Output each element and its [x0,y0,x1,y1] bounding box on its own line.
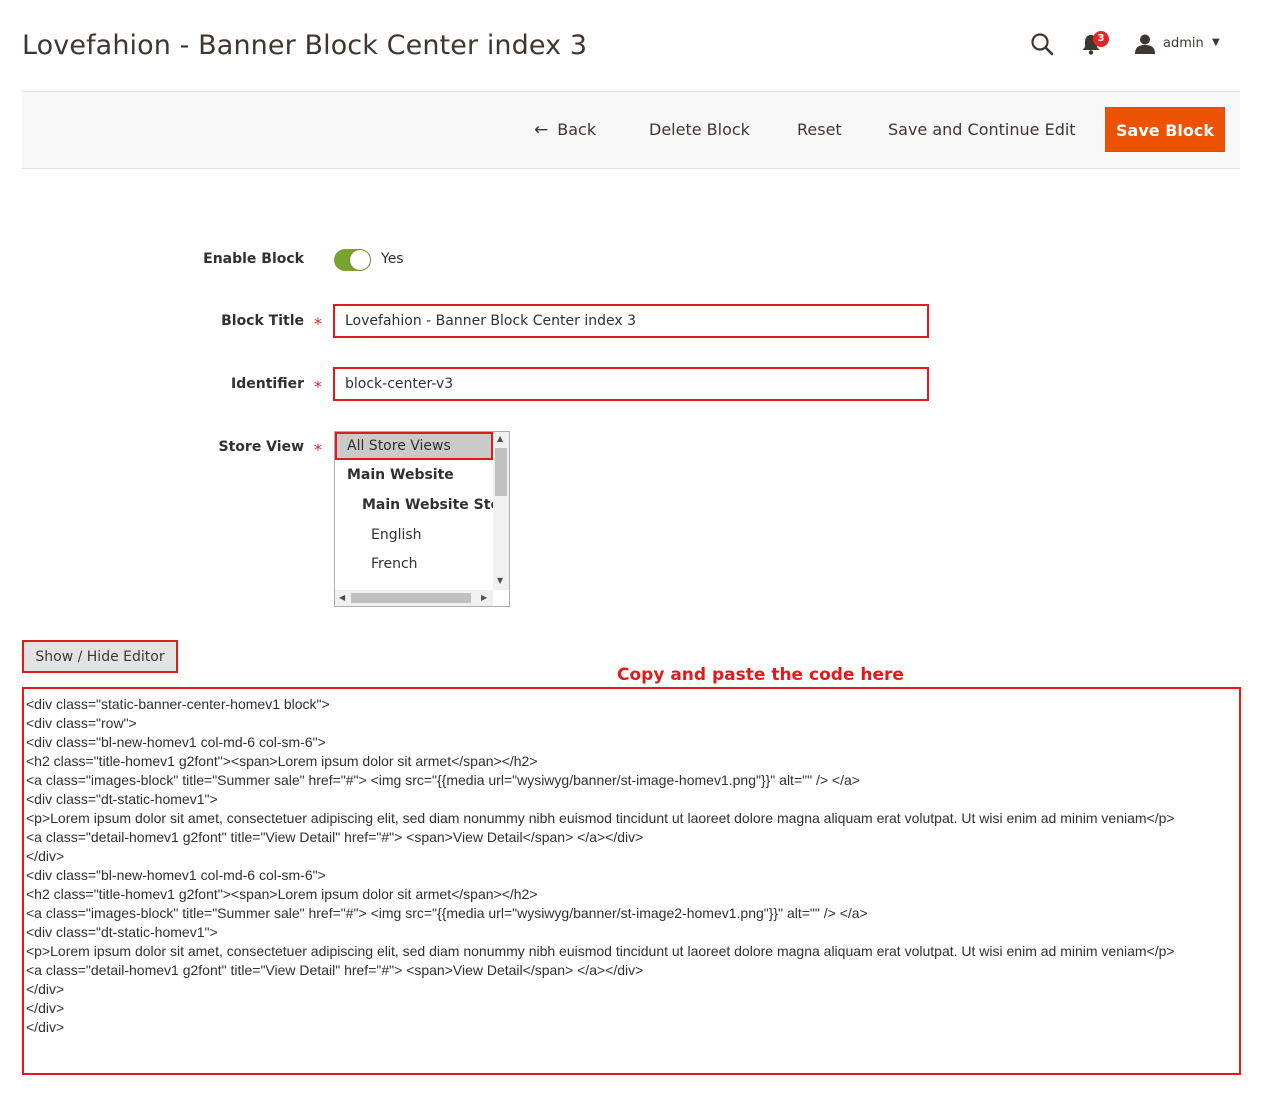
enable-block-value: Yes [381,251,404,267]
user-name: admin [1163,36,1204,51]
horizontal-scroll-thumb[interactable] [351,593,471,603]
vertical-scroll-thumb[interactable] [495,448,507,496]
scroll-right-icon[interactable]: ▶ [481,593,487,602]
store-view-label: Store View [218,439,304,455]
horizontal-scrollbar[interactable]: ◀ ▶ [335,590,493,606]
code-line: <p>Lorem ipsum dolor sit amet, consectet… [26,943,1175,959]
required-marker: * [314,377,322,396]
notifications-button[interactable]: 3 [1080,31,1112,60]
scroll-left-icon[interactable]: ◀ [339,593,345,602]
content-code-textarea[interactable]: <div class="static-banner-center-homev1 … [22,687,1241,1075]
required-marker: * [314,440,322,459]
store-option-main-website-store[interactable]: Main Website Store [362,497,509,513]
code-line: <h2 class="title-homev1 g2font"><span>Lo… [26,886,538,902]
identifier-label: Identifier [231,376,304,392]
code-line: <div class="bl-new-homev1 col-md-6 col-s… [26,734,326,750]
required-marker: * [314,314,322,333]
code-line: <h2 class="title-homev1 g2font"><span>Lo… [26,753,538,769]
arrow-left-icon: ← [534,120,549,140]
store-option-english[interactable]: English [371,527,422,543]
reset-button[interactable]: Reset [797,92,842,168]
store-option-french[interactable]: French [371,556,418,572]
back-button[interactable]: ← Back [534,92,596,168]
code-line: <p>Lorem ipsum dolor sit amet, consectet… [26,810,1175,826]
code-line: <a class="images-block" title="Summer sa… [26,772,860,788]
block-title-input[interactable] [333,304,929,338]
vertical-scrollbar[interactable]: ▲ ▼ [493,432,509,590]
code-line: <div class="static-banner-center-homev1 … [26,696,330,712]
code-line: </div> [26,1019,65,1035]
scroll-down-icon[interactable]: ▼ [497,576,503,585]
store-option-main-website[interactable]: Main Website [347,467,454,483]
code-line: <a class="detail-homev1 g2font" title="V… [26,962,644,978]
block-title-label: Block Title [221,313,304,329]
code-line: <a class="images-block" title="Summer sa… [26,905,868,921]
identifier-input[interactable] [333,367,929,401]
paste-instruction-annotation: Copy and paste the code here [617,665,904,685]
store-view-multiselect[interactable]: All Store Views Main Website Main Websit… [334,431,510,607]
show-hide-editor-button[interactable]: Show / Hide Editor [22,640,178,673]
page-actions-toolbar: ← Back Delete Block Reset Save and Contin… [22,91,1240,169]
enable-block-label: Enable Block [203,251,304,267]
code-line: <div class="row"> [26,715,137,731]
enable-block-toggle[interactable] [334,249,371,271]
code-line: <div class="bl-new-homev1 col-md-6 col-s… [26,867,326,883]
code-line: <div class="dt-static-homev1"> [26,924,218,940]
scroll-up-icon[interactable]: ▲ [497,434,503,443]
code-line: </div> [26,848,65,864]
toggle-knob [350,250,370,270]
store-option-all[interactable]: All Store Views [335,432,493,460]
chevron-down-icon: ▼ [1212,37,1220,48]
delete-block-button[interactable]: Delete Block [649,92,750,168]
user-icon [1135,34,1155,54]
user-menu[interactable]: admin ▼ [1134,33,1230,55]
back-label: Back [557,120,597,139]
search-icon[interactable] [1030,32,1056,58]
code-line: </div> [26,1000,65,1016]
code-line: <a class="detail-homev1 g2font" title="V… [26,829,644,845]
code-line: <div class="dt-static-homev1"> [26,791,218,807]
save-block-button[interactable]: Save Block [1105,107,1225,152]
save-and-continue-button[interactable]: Save and Continue Edit [888,92,1076,168]
notification-badge: 3 [1093,31,1109,47]
page-title: Lovefahion - Banner Block Center index 3 [22,30,588,61]
code-line: </div> [26,981,65,997]
